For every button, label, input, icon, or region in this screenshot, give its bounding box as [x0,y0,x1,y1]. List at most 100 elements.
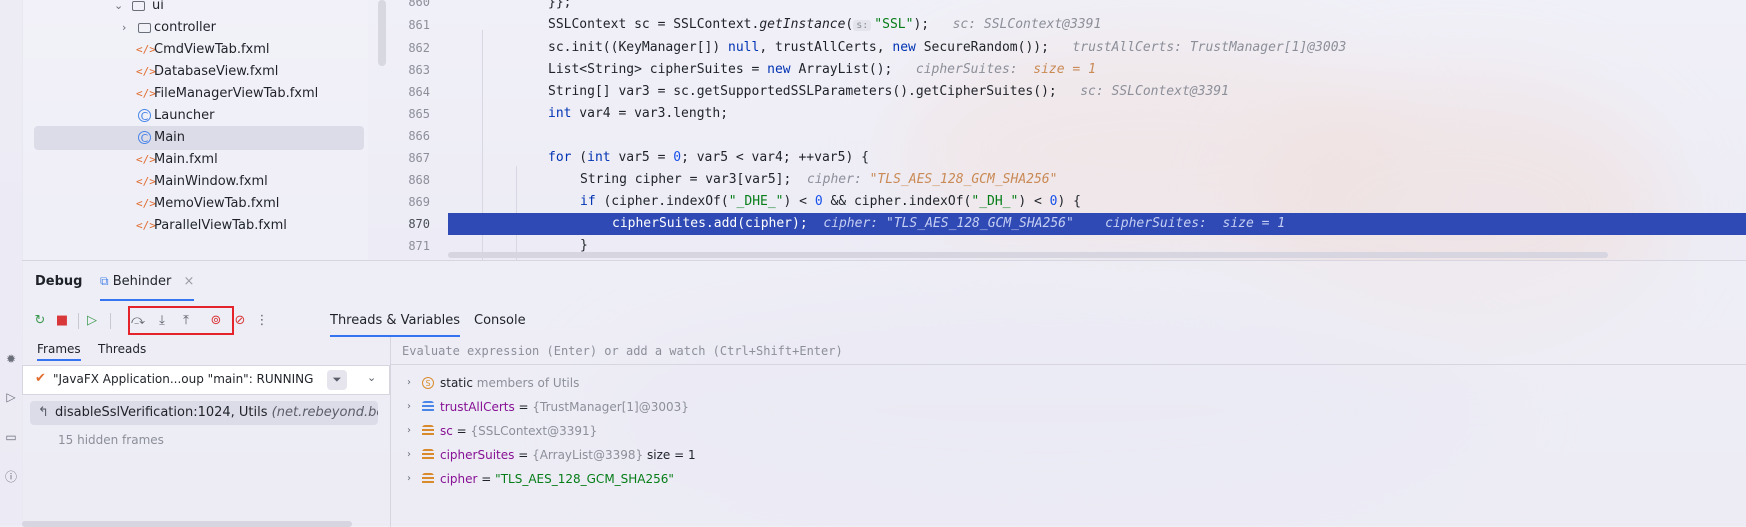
code-line: List<String> cipherSuites = new ArrayLis… [548,62,1096,77]
rerun-icon[interactable]: ↻ [30,311,50,331]
code-editor[interactable]: 860 }}; 861 SSLContext sc = SSLContext.g… [368,0,1746,260]
inline-value: trustAllCerts: TrustManager[1]@3003 [1072,40,1347,55]
chevron-right-icon[interactable]: › [122,16,126,40]
tree-item-label: DatabaseView.fxml [154,64,279,79]
line-number: 863 [408,63,430,77]
inline-value: cipherSuites: [1105,216,1207,231]
fxml-file-icon: </> [136,197,156,210]
line-number: 870 [408,217,430,231]
folder-icon [132,1,145,11]
project-tree: ⌄ ui › controller </> CmdViewTab.fxml </… [22,0,386,260]
tab-label: Threads & Variables [330,313,461,328]
tree-item-class-selected[interactable]: C Main [34,126,364,150]
tree-item-label: MainWindow.fxml [154,174,268,189]
class-icon: C [138,131,151,145]
line-number: 865 [408,107,430,121]
line-number: 860 [408,0,430,9]
frames-horizontal-scrollbar[interactable] [22,521,352,527]
highlight-box-step-buttons [128,306,234,335]
fxml-file-icon: </> [136,43,156,56]
inline-value: sc: SSLContext@3391 [952,17,1102,32]
stop-icon[interactable]: ■ [52,311,72,331]
field-icon [422,425,434,437]
run-icon[interactable]: ▷ [2,388,20,406]
fxml-file-icon: </> [136,65,156,78]
close-icon[interactable]: × [183,274,194,289]
tree-item-file[interactable]: </> DatabaseView.fxml [22,60,368,84]
frames-panel: Frames Threads ✔ "JavaFX Application...o… [22,337,391,527]
problems-icon[interactable]: ⓘ [2,468,20,486]
field-icon [422,473,434,485]
code-line: String cipher = var3[var5]; cipher: "TLS… [580,172,1058,187]
param-hint: s: [853,20,872,31]
tab-console[interactable]: Console [474,305,526,337]
tree-item-class[interactable]: C Launcher [22,104,368,128]
current-execution-line: cipherSuites.add(cipher); cipher: "TLS_A… [448,213,1746,235]
tree-item-file[interactable]: </> MemoViewTab.fxml [22,192,368,216]
tree-item-file[interactable]: </> MainWindow.fxml [22,170,368,194]
tool-window-strip: ✹ ▷ ▭ ⓘ [0,0,23,526]
terminal-icon[interactable]: ▭ [2,428,20,446]
tree-item-label: ParallelViewTab.fxml [154,218,287,233]
tab-frames[interactable]: Frames [37,337,81,361]
tab-threads-variables[interactable]: Threads & Variables [330,305,461,337]
session-tab-behinder[interactable]: ⧉ Behinder × [100,261,195,301]
tree-item-file[interactable]: </> FileManagerViewTab.fxml [22,82,368,106]
variable-text: sc = {SSLContext@3391} [440,424,598,438]
more-options-icon[interactable]: ⋮ [252,311,272,331]
debug-session-icon: ⧉ [100,274,109,288]
chevron-right-icon[interactable]: › [407,371,411,395]
frame-item-current[interactable]: ↰ disableSslVerification:1024, Utils (ne… [30,401,378,425]
resume-icon[interactable]: ▷ [82,311,102,331]
tree-item-label: Main [154,130,186,145]
chevron-down-icon[interactable]: ⌄ [367,371,376,384]
tree-item-label: Launcher [154,108,215,123]
fxml-file-icon: </> [136,219,156,232]
tree-item-file[interactable]: </> CmdViewTab.fxml [22,38,368,62]
variable-text: cipherSuites = {ArrayList@3398} size = 1 [440,448,696,462]
tree-item-label: MemoViewTab.fxml [154,196,280,211]
tab-underline [100,299,195,301]
frame-package: (net.rebeyond.behinder. [271,405,378,420]
line-number: 869 [408,195,430,209]
line-number: 861 [408,18,430,32]
hidden-frames-link[interactable]: 15 hidden frames [58,433,164,447]
tree-item-file[interactable]: </> ParallelViewTab.fxml [22,214,368,238]
tab-threads[interactable]: Threads [98,337,146,361]
chevron-right-icon[interactable]: › [407,467,411,491]
chevron-right-icon[interactable]: › [407,419,411,443]
fxml-file-icon: </> [136,153,156,166]
inline-value: cipher: [806,172,862,187]
toolbar-separator [78,313,79,329]
variables-panel: Evaluate expression (Enter) or add a wat… [390,337,1746,527]
line-number: 866 [408,129,430,143]
tool-window-title: Debug [35,274,83,289]
line-number: 862 [408,41,430,55]
chevron-right-icon[interactable]: › [407,395,411,419]
thread-selector[interactable]: ✔ "JavaFX Application...oup "main": RUNN… [22,365,390,395]
evaluate-expression-input[interactable]: Evaluate expression (Enter) or add a wat… [390,337,1746,365]
inline-value: sc: SSLContext@3391 [1080,84,1229,99]
chevron-right-icon[interactable]: › [407,443,411,467]
editor-horizontal-scrollbar[interactable] [448,252,1608,258]
check-icon: ✔ [35,371,46,386]
variable-text: static members of Utils [440,376,580,390]
code-line: int var4 = var3.length; [548,106,729,121]
inline-value: cipher: [823,216,879,231]
fxml-file-icon: </> [136,175,156,188]
fxml-file-icon: </> [136,87,156,100]
debug-bug-icon[interactable]: ✹ [2,350,20,368]
tree-item-controller[interactable]: › controller [22,16,368,40]
tree-item-label: CmdViewTab.fxml [154,42,270,57]
filter-icon[interactable]: ⏷ [327,370,347,390]
inline-value: cipherSuites: [915,62,1018,77]
tab-label: Console [474,313,526,328]
code-line: if (cipher.indexOf("_DHE_") < 0 && ciphe… [580,194,1081,209]
field-icon [422,449,434,461]
frame-label: disableSslVerification:1024, Utils [55,405,268,420]
array-field-icon [422,401,434,413]
thread-selector-value: "JavaFX Application...oup "main": RUNNIN… [53,372,314,386]
tree-item-file[interactable]: </> Main.fxml [22,148,368,172]
line-number: 871 [408,239,430,253]
code-line: } [580,238,588,253]
